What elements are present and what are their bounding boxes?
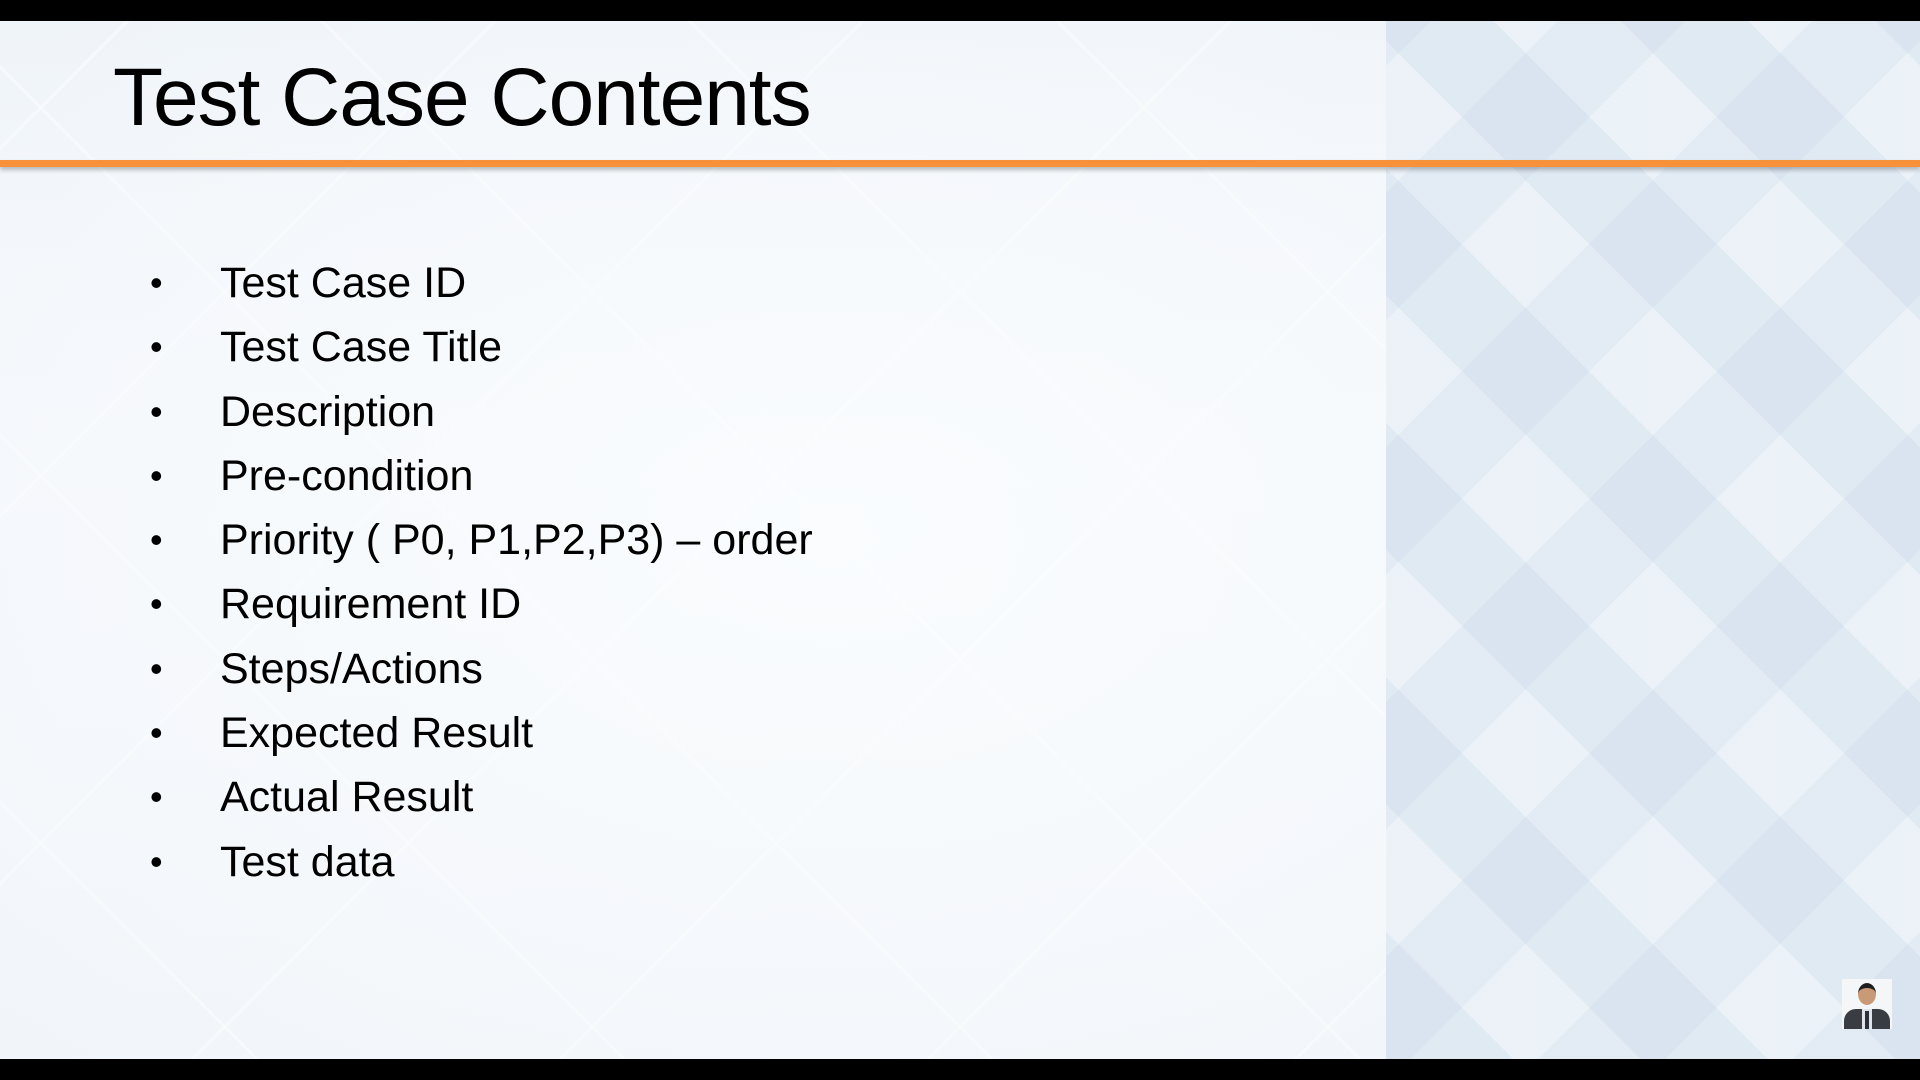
slide-title: Test Case Contents xyxy=(113,52,812,143)
bullet-icon: • xyxy=(150,776,163,818)
list-item-text: Description xyxy=(220,387,436,436)
list-item-text: Test Case Title xyxy=(220,323,502,372)
list-item-text: Pre-condition xyxy=(220,451,474,500)
bullet-icon: • xyxy=(150,712,163,754)
bullet-icon: • xyxy=(150,519,163,561)
slide: Test Case Contents • Test Case ID • Test C… xyxy=(0,21,1920,1059)
list-item-text: Priority ( P0, P1,P2,P3) – order xyxy=(220,516,813,565)
bullet-icon: • xyxy=(150,326,163,368)
list-item-text: Requirement ID xyxy=(220,580,522,629)
bullet-icon: • xyxy=(150,840,163,882)
bullet-icon: • xyxy=(150,262,163,303)
presenter-avatar xyxy=(1842,979,1892,1029)
list-item-text: Test Case ID xyxy=(220,259,467,307)
avatar-tie xyxy=(1865,1011,1869,1029)
list-item-text: Test data xyxy=(220,837,395,886)
bullet-icon: • xyxy=(150,583,163,625)
list-item-text: Steps/Actions xyxy=(220,644,483,693)
title-divider xyxy=(0,160,1920,167)
bullet-icon: • xyxy=(150,454,163,496)
list-item-text: Expected Result xyxy=(220,709,534,758)
bullet-icon: • xyxy=(150,647,163,689)
bullet-icon: • xyxy=(150,390,163,432)
avatar-head xyxy=(1858,983,1876,1005)
list-item-text: Actual Result xyxy=(220,773,474,822)
decorative-right-panel xyxy=(1386,21,1920,1059)
